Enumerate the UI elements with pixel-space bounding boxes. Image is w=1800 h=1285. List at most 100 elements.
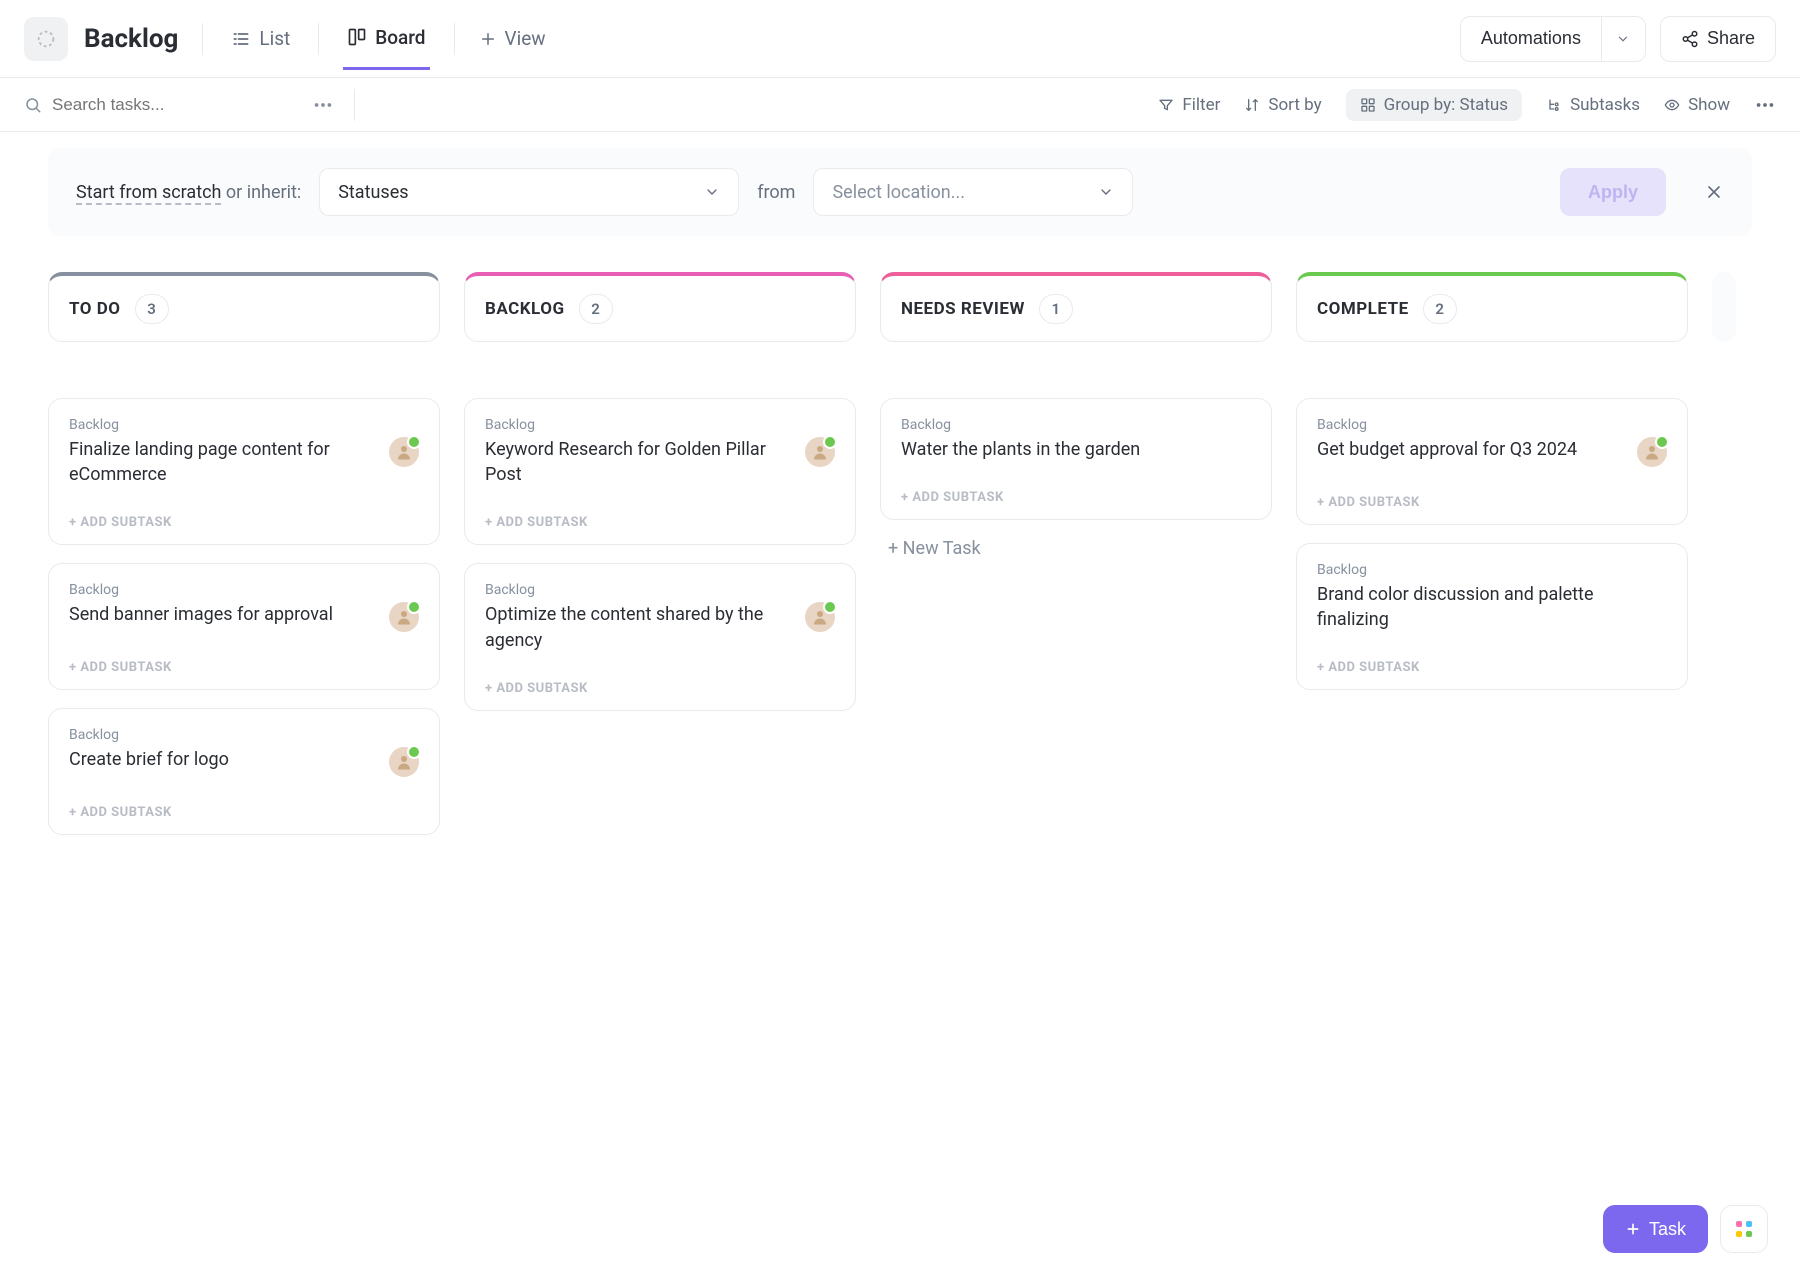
assignee-avatar[interactable] bbox=[1637, 437, 1667, 467]
plus-icon bbox=[479, 30, 497, 48]
column-title: BACKLOG bbox=[485, 299, 565, 319]
task-card[interactable]: BacklogBrand color discussion and palett… bbox=[1296, 543, 1688, 690]
location-placeholder: Select location... bbox=[832, 182, 965, 203]
inherit-type-select[interactable]: Statuses bbox=[319, 168, 739, 216]
card-title: Keyword Research for Golden Pillar Post bbox=[485, 437, 793, 487]
filter-icon bbox=[1158, 97, 1174, 113]
card-title: Water the plants in the garden bbox=[901, 437, 1251, 462]
card-project: Backlog bbox=[901, 417, 1251, 433]
page-title: Backlog bbox=[84, 24, 178, 54]
card-project: Backlog bbox=[1317, 562, 1667, 578]
column-header-backlog[interactable]: BACKLOG 2 bbox=[464, 272, 856, 342]
group-by-button[interactable]: Group by: Status bbox=[1346, 89, 1522, 121]
task-card[interactable]: BacklogCreate brief for logo+ ADD SUBTAS… bbox=[48, 708, 440, 835]
automations-dropdown[interactable] bbox=[1602, 16, 1646, 62]
toolbar-more-button[interactable] bbox=[1754, 94, 1776, 116]
column-complete: COMPLETE 2 BacklogGet budget approval fo… bbox=[1296, 272, 1688, 835]
task-card[interactable]: BacklogSend banner images for approval+ … bbox=[48, 563, 440, 690]
share-button[interactable]: Share bbox=[1660, 16, 1776, 62]
close-inherit-button[interactable] bbox=[1704, 182, 1724, 202]
add-view-button[interactable]: View bbox=[479, 27, 546, 50]
board: TO DO 3 Backlog Finalize landing page con… bbox=[0, 252, 1800, 855]
tab-board[interactable]: Board bbox=[343, 18, 429, 70]
card-title: Optimize the content shared by the agenc… bbox=[485, 602, 793, 652]
inherit-bar: Start from scratch or inherit: Statuses … bbox=[48, 148, 1752, 236]
search-more-button[interactable] bbox=[312, 94, 334, 116]
sort-button[interactable]: Sort by bbox=[1244, 95, 1321, 115]
add-subtask-button[interactable]: + ADD SUBTASK bbox=[69, 515, 419, 530]
close-icon bbox=[1704, 182, 1724, 202]
filter-label: Filter bbox=[1182, 95, 1220, 115]
inherit-type-value: Statuses bbox=[338, 182, 408, 203]
add-subtask-button[interactable]: + ADD SUBTASK bbox=[69, 660, 419, 675]
new-task-button[interactable]: + New Task bbox=[880, 538, 1272, 559]
dots-icon bbox=[312, 94, 334, 116]
automations-button[interactable]: Automations bbox=[1460, 16, 1602, 62]
column-title: TO DO bbox=[69, 299, 121, 319]
task-card[interactable]: BacklogGet budget approval for Q3 2024+ … bbox=[1296, 398, 1688, 525]
location-select[interactable]: Select location... bbox=[813, 168, 1133, 216]
start-from-scratch-link[interactable]: Start from scratch bbox=[76, 182, 221, 205]
column-backlog: BACKLOG 2 BacklogKeyword Research for Go… bbox=[464, 272, 856, 835]
sort-icon bbox=[1244, 97, 1260, 113]
tab-list[interactable]: List bbox=[227, 19, 294, 68]
task-card[interactable]: Backlog Finalize landing page content for… bbox=[48, 398, 440, 545]
search-input[interactable] bbox=[52, 95, 252, 115]
column-todo: TO DO 3 Backlog Finalize landing page con… bbox=[48, 272, 440, 835]
fab-label: Task bbox=[1649, 1219, 1686, 1240]
assignee-avatar[interactable] bbox=[389, 602, 419, 632]
show-label: Show bbox=[1688, 95, 1730, 115]
column-count: 2 bbox=[579, 294, 613, 324]
task-card[interactable]: BacklogKeyword Research for Golden Pilla… bbox=[464, 398, 856, 545]
apps-fab[interactable] bbox=[1720, 1205, 1768, 1253]
subtasks-button[interactable]: Subtasks bbox=[1546, 95, 1640, 115]
column-count: 2 bbox=[1423, 294, 1457, 324]
add-subtask-button[interactable]: + ADD SUBTASK bbox=[1317, 495, 1667, 510]
fab-wrap: Task bbox=[1603, 1205, 1768, 1253]
column-header-todo[interactable]: TO DO 3 bbox=[48, 272, 440, 342]
task-card[interactable]: BacklogOptimize the content shared by th… bbox=[464, 563, 856, 710]
eye-icon bbox=[1664, 97, 1680, 113]
column-count: 3 bbox=[135, 294, 169, 324]
column-count: 1 bbox=[1039, 294, 1073, 324]
from-text: from bbox=[757, 182, 795, 203]
sort-label: Sort by bbox=[1268, 95, 1321, 115]
task-card[interactable]: Backlog Water the plants in the garden + A… bbox=[880, 398, 1272, 520]
assignee-avatar[interactable] bbox=[389, 747, 419, 777]
column-header-complete[interactable]: COMPLETE 2 bbox=[1296, 272, 1688, 342]
project-icon[interactable] bbox=[24, 17, 68, 61]
or-inherit-text: or inherit: bbox=[221, 182, 301, 203]
show-button[interactable]: Show bbox=[1664, 95, 1730, 115]
search-icon bbox=[24, 96, 42, 114]
chevron-down-icon bbox=[1098, 184, 1114, 200]
toolbar: Filter Sort by Group by: Status Subtasks… bbox=[0, 78, 1800, 132]
add-subtask-button[interactable]: + ADD SUBTASK bbox=[485, 515, 835, 530]
filter-button[interactable]: Filter bbox=[1158, 95, 1220, 115]
automations-split: Automations bbox=[1460, 16, 1646, 62]
card-title: Send banner images for approval bbox=[69, 602, 377, 627]
add-column-ghost[interactable] bbox=[1712, 272, 1736, 342]
board-icon bbox=[347, 27, 367, 47]
assignee-avatar[interactable] bbox=[389, 437, 419, 467]
card-project: Backlog bbox=[1317, 417, 1667, 433]
add-subtask-button[interactable]: + ADD SUBTASK bbox=[69, 805, 419, 820]
header-right: Automations Share bbox=[1460, 16, 1776, 62]
subtasks-label: Subtasks bbox=[1570, 95, 1640, 115]
add-subtask-button[interactable]: + ADD SUBTASK bbox=[485, 681, 835, 696]
card-title: Finalize landing page content for eComme… bbox=[69, 437, 377, 487]
column-title: NEEDS REVIEW bbox=[901, 299, 1025, 319]
apply-button[interactable]: Apply bbox=[1560, 168, 1666, 216]
new-task-fab[interactable]: Task bbox=[1603, 1205, 1708, 1253]
chevron-down-icon bbox=[1616, 32, 1630, 46]
group-icon bbox=[1360, 97, 1376, 113]
add-subtask-button[interactable]: + ADD SUBTASK bbox=[901, 490, 1251, 505]
add-subtask-button[interactable]: + ADD SUBTASK bbox=[1317, 660, 1667, 675]
column-header-review[interactable]: NEEDS REVIEW 1 bbox=[880, 272, 1272, 342]
toolbar-right: Filter Sort by Group by: Status Subtasks… bbox=[1158, 89, 1776, 121]
assignee-avatar[interactable] bbox=[805, 602, 835, 632]
card-project: Backlog bbox=[69, 417, 419, 433]
share-icon bbox=[1681, 30, 1699, 48]
assignee-avatar[interactable] bbox=[805, 437, 835, 467]
tab-board-label: Board bbox=[375, 26, 425, 49]
share-label: Share bbox=[1707, 28, 1755, 49]
